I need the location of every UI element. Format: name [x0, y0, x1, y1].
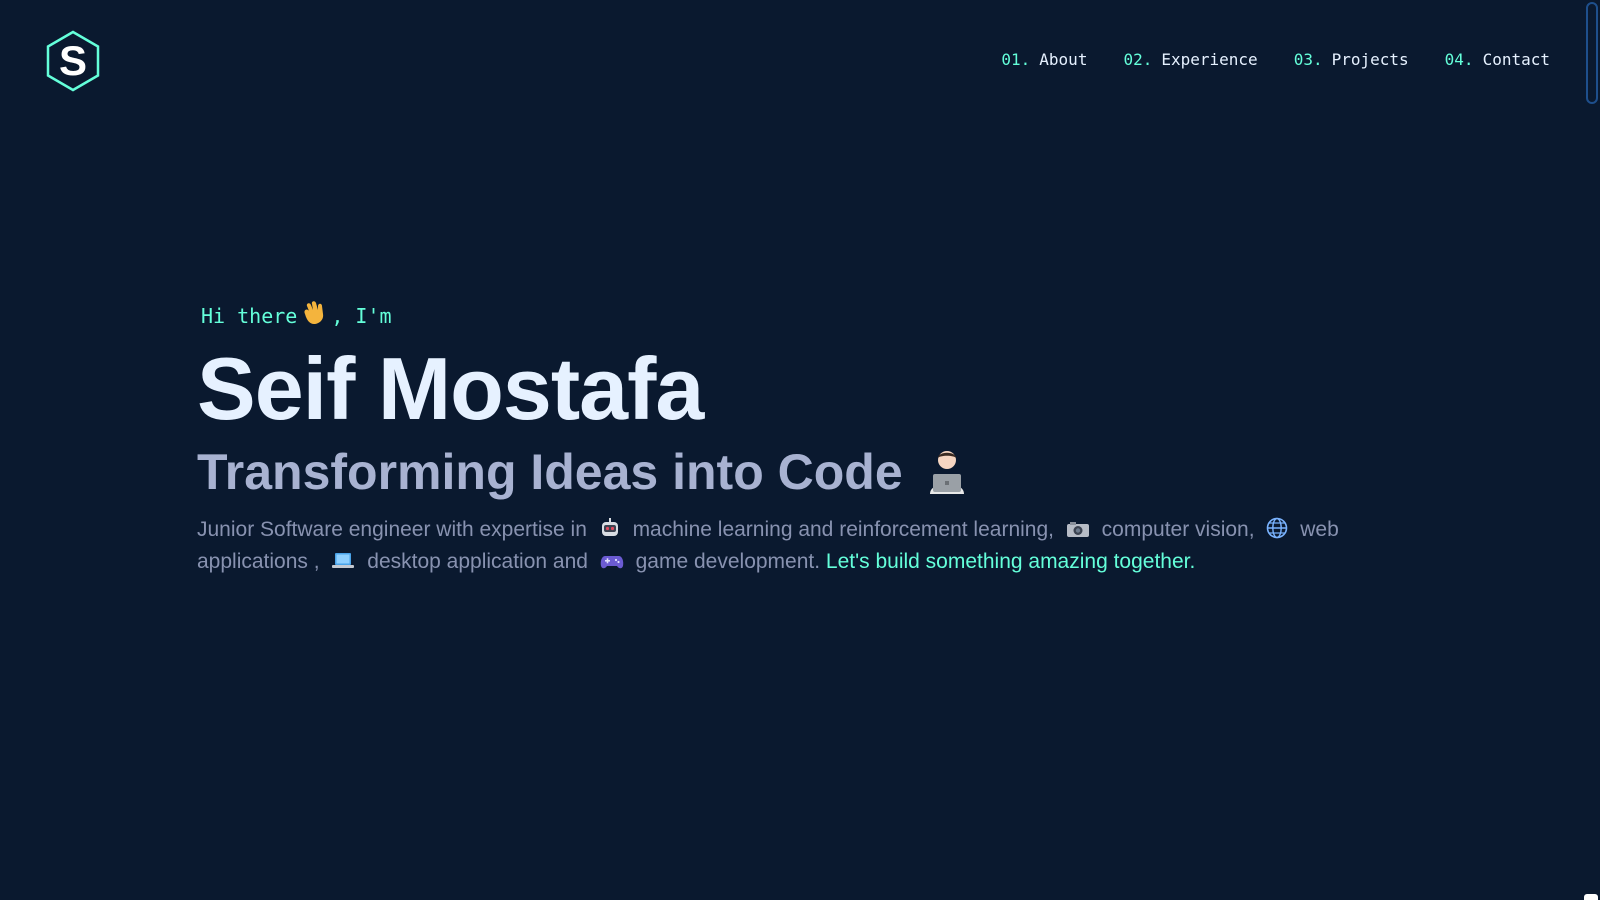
- desc-text: computer vision,: [1101, 518, 1255, 541]
- desc-text: machine learning and reinforcement learn…: [632, 518, 1054, 541]
- greeting-text: Hi there: [201, 304, 298, 328]
- nav-item-experience[interactable]: 02. Experience: [1123, 50, 1257, 69]
- technologist-icon: [921, 446, 973, 498]
- hero-name: Seif Mostafa: [197, 339, 704, 438]
- waving-hand-icon: [299, 297, 329, 335]
- nav-item-number: 01.: [1001, 50, 1031, 69]
- scrollbar-end-cap: [1584, 894, 1598, 900]
- laptop-icon: [331, 547, 355, 578]
- nav-item-number: 04.: [1444, 50, 1474, 69]
- robot-icon: [599, 515, 621, 546]
- tagline-text: Transforming Ideas into Code: [197, 444, 903, 500]
- gamepad-icon: [600, 547, 624, 578]
- scrollbar-track[interactable]: [1582, 0, 1600, 900]
- nav-item-projects[interactable]: 03. Projects: [1294, 50, 1409, 69]
- call-to-action-text: Let's build something amazing together.: [825, 550, 1196, 573]
- nav-item-number: 03.: [1293, 50, 1323, 69]
- greeting: Hi there , I'm: [201, 300, 1417, 332]
- hero-tagline: Transforming Ideas into Code: [197, 442, 1417, 502]
- desc-text: game development.: [635, 550, 821, 573]
- greeting-suffix: , I'm: [331, 304, 392, 328]
- nav-item-label: Contact: [1482, 50, 1550, 69]
- desc-text: Junior Software engineer with expertise …: [197, 518, 587, 541]
- camera-icon: [1066, 515, 1090, 546]
- globe-icon: [1266, 515, 1288, 546]
- page: S 01. About 02. Experience 03. Projects …: [0, 0, 1600, 900]
- nav-item-label: Experience: [1161, 50, 1258, 69]
- hero-description: Junior Software engineer with expertise …: [197, 514, 1397, 578]
- logo[interactable]: S: [42, 30, 104, 92]
- nav-item-label: About: [1039, 50, 1088, 69]
- scrollbar-thumb[interactable]: [1586, 2, 1598, 104]
- nav-item-about[interactable]: 01. About: [1001, 50, 1087, 69]
- desc-text: desktop application and: [367, 550, 588, 573]
- nav-item-number: 02.: [1123, 50, 1153, 69]
- nav-item-contact[interactable]: 04. Contact: [1445, 50, 1550, 69]
- hero-section: Hi there , I'm Seif Mostafa Transforming…: [197, 300, 1417, 578]
- logo-letter: S: [58, 37, 87, 84]
- main-nav: 01. About 02. Experience 03. Projects 04…: [1001, 50, 1550, 69]
- nav-item-label: Projects: [1331, 50, 1409, 69]
